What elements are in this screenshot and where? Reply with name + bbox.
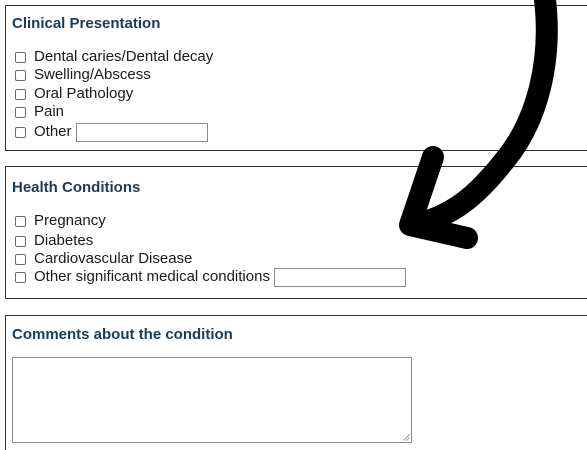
- option-other-medical-conditions: Other significant medical conditions: [15, 267, 406, 287]
- checkbox-cardiovascular-disease[interactable]: [15, 253, 26, 265]
- option-label: Pregnancy: [34, 212, 106, 229]
- resize-grip-icon[interactable]: [403, 434, 410, 441]
- option-label: Cardiovascular Disease: [34, 250, 193, 267]
- option-dental-caries[interactable]: Dental caries/Dental decay: [15, 48, 213, 66]
- option-label: Other: [34, 123, 72, 140]
- section-title-comments: Comments about the condition: [12, 326, 233, 343]
- option-label: Swelling/Abscess: [34, 66, 151, 83]
- option-label: Other significant medical conditions: [34, 268, 270, 285]
- health-conditions-section: Health Conditions Pregnancy Diabetes Car…: [5, 166, 587, 299]
- other-medical-conditions-input[interactable]: [273, 267, 406, 287]
- option-swelling-abscess[interactable]: Swelling/Abscess: [15, 66, 151, 84]
- option-label: Pain: [34, 103, 65, 120]
- checkbox-oral-pathology[interactable]: [15, 88, 26, 100]
- checkbox-other-medical-conditions[interactable]: [15, 271, 26, 283]
- checkbox-swelling-abscess[interactable]: [15, 69, 26, 81]
- other-clinical-input[interactable]: [75, 122, 208, 142]
- option-label: Diabetes: [34, 232, 94, 249]
- comments-textarea[interactable]: [12, 357, 412, 443]
- checkbox-dental-caries[interactable]: [15, 51, 26, 63]
- option-label: Oral Pathology: [34, 85, 134, 102]
- section-title-clinical-presentation: Clinical Presentation: [12, 15, 161, 32]
- clinical-presentation-section: Clinical Presentation Dental caries/Dent…: [5, 5, 587, 151]
- option-oral-pathology[interactable]: Oral Pathology: [15, 85, 133, 103]
- checkbox-pregnancy[interactable]: [15, 215, 26, 227]
- comments-section: Comments about the condition: [5, 315, 587, 450]
- checkbox-diabetes[interactable]: [15, 235, 26, 247]
- option-pain[interactable]: Pain: [15, 103, 64, 121]
- option-pregnancy[interactable]: Pregnancy: [15, 212, 106, 230]
- option-other: Other: [15, 122, 208, 142]
- checkbox-other[interactable]: [15, 126, 26, 138]
- checkbox-pain[interactable]: [15, 106, 26, 118]
- option-label: Dental caries/Dental decay: [34, 48, 214, 65]
- option-cardiovascular-disease[interactable]: Cardiovascular Disease: [15, 250, 192, 268]
- option-diabetes[interactable]: Diabetes: [15, 232, 93, 250]
- form-page: Clinical Presentation Dental caries/Dent…: [0, 0, 587, 450]
- section-title-health-conditions: Health Conditions: [12, 179, 141, 196]
